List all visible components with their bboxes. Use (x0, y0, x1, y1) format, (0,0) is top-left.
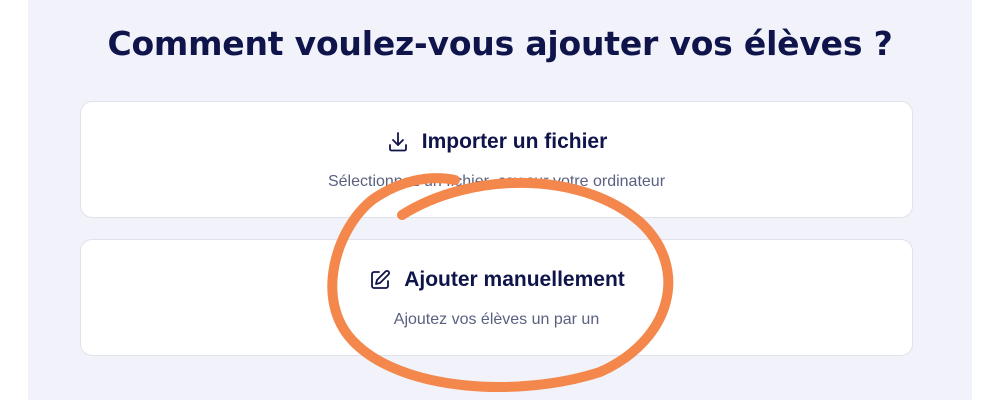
import-option-title: Importer un fichier (421, 130, 608, 153)
import-option-description: Sélectionnez un fichier .csv sur votre o… (327, 173, 666, 190)
manual-option-title: Ajouter manuellement (404, 268, 625, 291)
import-option-header: Importer un fichier (81, 130, 912, 154)
manual-option-description: Ajoutez vos élèves un par un (393, 311, 600, 328)
download-icon (386, 130, 410, 154)
manual-option-header: Ajouter manuellement (81, 268, 912, 292)
page-title: Comment voulez-vous ajouter vos élèves ? (107, 24, 893, 63)
pencil-edit-icon (368, 268, 392, 292)
add-manually-option[interactable]: Ajouter manuellement Ajoutez vos élèves … (80, 239, 913, 356)
import-file-option[interactable]: Importer un fichier Sélectionnez un fich… (80, 101, 913, 218)
